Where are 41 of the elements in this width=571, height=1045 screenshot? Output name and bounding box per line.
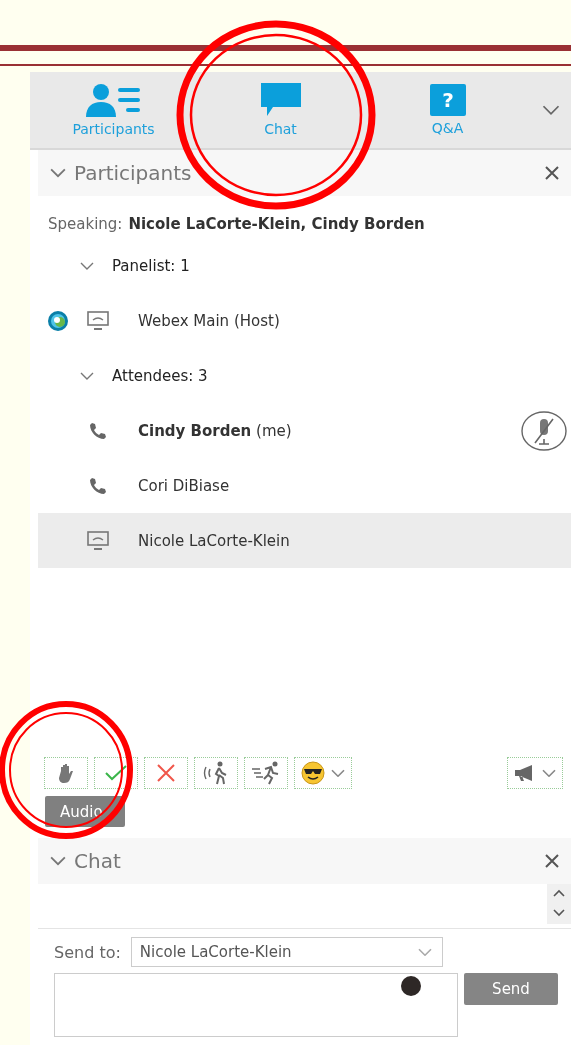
participant-row[interactable]: Cori DiBiase	[38, 458, 571, 513]
caret-icon	[417, 947, 432, 957]
monitor-icon	[87, 310, 109, 331]
caret-icon	[331, 768, 345, 778]
speaking-names: Nicole LaCorte-Klein, Cindy Borden	[128, 215, 425, 233]
send-button[interactable]: Send	[464, 973, 558, 1005]
collapse-chevron-icon	[50, 856, 66, 866]
reaction-button[interactable]	[294, 757, 352, 789]
cursor-dot	[401, 976, 421, 996]
close-icon[interactable]	[545, 854, 559, 868]
phone-icon	[88, 420, 108, 441]
monitor-icon	[87, 530, 109, 551]
muted-microphone-icon[interactable]	[521, 411, 567, 451]
participant-name: Nicole LaCorte-Klein	[138, 531, 290, 550]
scroll-arrows-icon[interactable]	[547, 884, 571, 924]
participant-row[interactable]: Nicole LaCorte-Klein	[38, 513, 571, 568]
group-label: Panelist: 1	[112, 256, 190, 275]
raised-hand-icon	[58, 763, 74, 783]
participant-name: Cindy Borden (me)	[138, 421, 292, 440]
running-person-icon	[251, 761, 281, 785]
question-icon: ?	[429, 84, 466, 116]
participant-name: Cori DiBiase	[138, 476, 230, 495]
participant-row[interactable]: Cindy Borden (me)	[38, 403, 571, 458]
collapse-chevron-icon	[50, 168, 66, 178]
megaphone-button[interactable]	[507, 757, 563, 789]
participant-row[interactable]: Webex Main (Host)	[38, 293, 571, 348]
phone-icon	[88, 475, 108, 496]
sunglasses-emoji-icon	[301, 761, 325, 785]
speaking-label: Speaking:	[48, 215, 123, 233]
message-input-field[interactable]	[54, 973, 458, 1037]
chat-bubble-icon	[260, 83, 301, 117]
close-icon[interactable]	[545, 166, 559, 180]
group-label: Attendees: 3	[112, 366, 208, 385]
cross-icon	[157, 764, 175, 782]
send-to-label: Send to:	[54, 942, 121, 962]
panel-title: Chat	[74, 849, 122, 873]
participant-name: Webex Main (Host)	[138, 311, 280, 330]
recipient-dropdown[interactable]: Nicole LaCorte-Klein	[130, 937, 443, 967]
caret-icon	[542, 768, 556, 778]
panel-title: Participants	[74, 161, 193, 185]
check-icon	[105, 765, 127, 781]
